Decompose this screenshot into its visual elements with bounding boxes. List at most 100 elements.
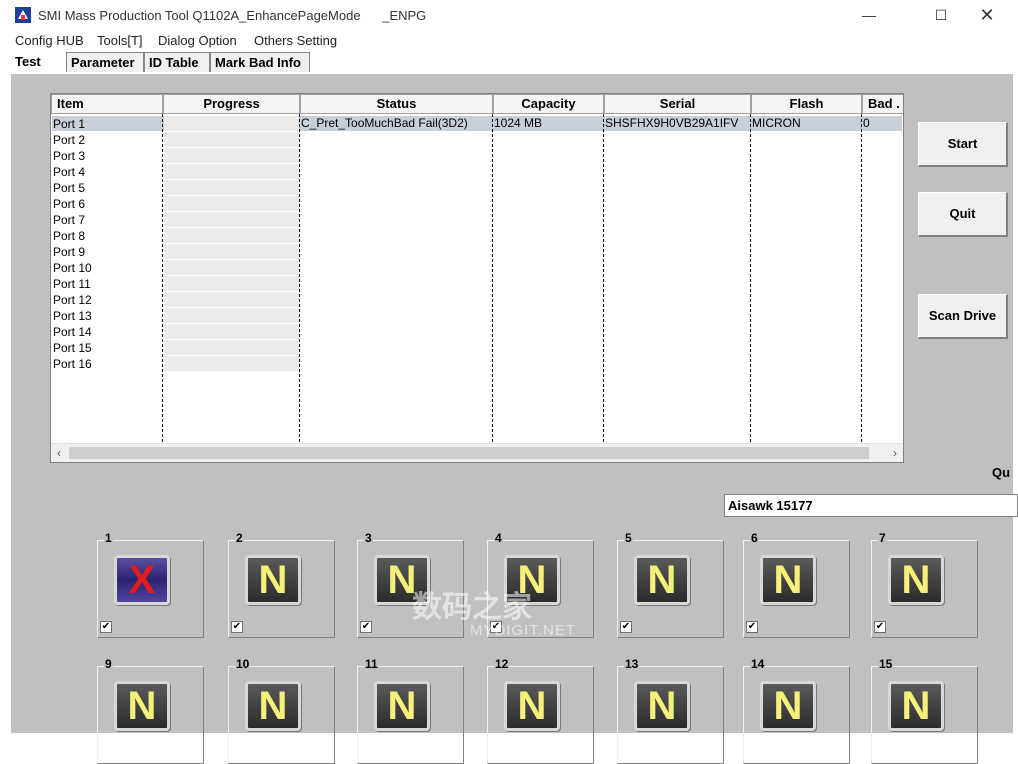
horizontal-scrollbar[interactable]: ‹ ›	[51, 443, 903, 462]
tab-test[interactable]: Test	[10, 51, 66, 71]
n-status-icon: N	[504, 681, 560, 731]
progress-cell	[164, 292, 299, 308]
row-label-port-16[interactable]: Port 16	[53, 356, 92, 372]
col-flash[interactable]: Flash	[751, 94, 862, 114]
row-label-port-6[interactable]: Port 6	[53, 196, 85, 212]
slot-number: 12	[494, 657, 510, 671]
progress-cell	[164, 180, 299, 196]
aisawk-field[interactable]: Aisawk 15177	[724, 494, 1018, 517]
slot-checkbox[interactable]: ✔	[360, 621, 372, 633]
device-slot-12[interactable]: 12 N	[487, 657, 594, 764]
tab-mark-bad-info[interactable]: Mark Bad Info	[210, 52, 310, 72]
n-status-icon: N	[760, 681, 816, 731]
row-label-port-8[interactable]: Port 8	[53, 228, 85, 244]
scroll-left-arrow-icon[interactable]: ‹	[51, 444, 67, 462]
n-status-icon: N	[114, 681, 170, 731]
start-button[interactable]: Start	[918, 122, 1008, 167]
window-title: SMI Mass Production Tool Q1102A_EnhanceP…	[38, 8, 427, 23]
slot-checkbox[interactable]: ✔	[746, 621, 758, 633]
slot-checkbox[interactable]: ✔	[620, 621, 632, 633]
row-label-port-12[interactable]: Port 12	[53, 292, 92, 308]
menu-dialog-option[interactable]: Dialog Option	[158, 33, 237, 48]
tab-parameter[interactable]: Parameter	[66, 52, 144, 72]
slot-number: 4	[494, 531, 503, 545]
col-divider	[603, 114, 604, 442]
device-slot-11[interactable]: 11 N	[357, 657, 464, 764]
n-status-icon: N	[245, 681, 301, 731]
progress-cell	[164, 356, 299, 372]
n-status-icon: N	[888, 555, 944, 605]
progress-cell	[164, 132, 299, 148]
fail-x-icon: X	[114, 555, 170, 605]
row-label-port-2[interactable]: Port 2	[53, 132, 85, 148]
port1-capacity: 1024 MB	[494, 116, 543, 130]
col-serial[interactable]: Serial	[604, 94, 751, 114]
col-capacity[interactable]: Capacity	[493, 94, 604, 114]
slot-number: 13	[624, 657, 640, 671]
progress-cell	[164, 340, 299, 356]
progress-cell	[164, 196, 299, 212]
slot-number: 2	[235, 531, 244, 545]
slot-checkbox[interactable]: ✔	[231, 621, 243, 633]
n-status-icon: N	[760, 555, 816, 605]
device-slot-5[interactable]: 5 N ✔	[617, 531, 724, 638]
row-label-port-5[interactable]: Port 5	[53, 180, 85, 196]
scan-drive-button[interactable]: Scan Drive	[918, 294, 1008, 339]
slot-number: 5	[624, 531, 633, 545]
row-label-port-3[interactable]: Port 3	[53, 148, 85, 164]
port-list[interactable]: Item Progress Status Capacity Serial Fla…	[50, 93, 904, 463]
device-slot-10[interactable]: 10 N	[228, 657, 335, 764]
col-divider	[750, 114, 751, 442]
row-label-port-11[interactable]: Port 11	[53, 276, 91, 292]
row-label-port-14[interactable]: Port 14	[53, 324, 92, 340]
port1-serial: SHSFHX9H0VB29A1IFV	[605, 116, 739, 130]
col-divider	[162, 114, 163, 442]
watermark-text: 数码之家	[412, 591, 532, 624]
device-slot-6[interactable]: 6 N ✔	[743, 531, 850, 638]
close-button[interactable]: ✕	[964, 0, 1010, 30]
menu-bar: Config HUB Tools[T] Dialog Option Others…	[0, 32, 1018, 52]
device-slot-9[interactable]: 9 N	[97, 657, 204, 764]
device-slot-2[interactable]: 2 N ✔	[228, 531, 335, 638]
port1-bad: 0	[863, 116, 870, 130]
row-label-port-13[interactable]: Port 13	[53, 308, 92, 324]
col-item[interactable]: Item	[51, 94, 163, 114]
device-slot-15[interactable]: 15 N	[871, 657, 978, 764]
menu-tools[interactable]: Tools[T]	[97, 33, 143, 48]
n-status-icon: N	[888, 681, 944, 731]
n-status-icon: N	[245, 555, 301, 605]
n-status-icon: N	[634, 681, 690, 731]
progress-cell	[164, 148, 299, 164]
menu-config-hub[interactable]: Config HUB	[15, 33, 84, 48]
device-slot-7[interactable]: 7 N ✔	[871, 531, 978, 638]
col-bad[interactable]: Bad .	[862, 94, 903, 114]
col-divider	[492, 114, 493, 442]
slot-number: 15	[878, 657, 894, 671]
quit-button[interactable]: Quit	[918, 192, 1008, 237]
progress-cell	[164, 116, 299, 132]
menu-others-setting[interactable]: Others Setting	[254, 33, 337, 48]
slot-checkbox[interactable]: ✔	[100, 621, 112, 633]
slot-number: 10	[235, 657, 251, 671]
row-label-port-15[interactable]: Port 15	[53, 340, 92, 356]
device-slot-14[interactable]: 14 N	[743, 657, 850, 764]
col-status[interactable]: Status	[300, 94, 493, 114]
title-bar: SMI Mass Production Tool Q1102A_EnhanceP…	[0, 0, 1018, 32]
row-label-port-1[interactable]: Port 1	[53, 116, 85, 132]
slot-checkbox[interactable]: ✔	[874, 621, 886, 633]
row-label-port-9[interactable]: Port 9	[53, 244, 85, 260]
row-label-port-4[interactable]: Port 4	[53, 164, 85, 180]
row-label-port-7[interactable]: Port 7	[53, 212, 85, 228]
progress-cell	[164, 244, 299, 260]
minimize-button[interactable]: —	[846, 0, 892, 30]
row-label-port-10[interactable]: Port 10	[53, 260, 92, 276]
maximize-button[interactable]: ☐	[918, 0, 964, 30]
tab-id-table[interactable]: ID Table	[144, 52, 210, 72]
col-progress[interactable]: Progress	[163, 94, 300, 114]
device-slot-1[interactable]: 1 X ✔	[97, 531, 204, 638]
slot-number: 6	[750, 531, 759, 545]
device-slot-13[interactable]: 13 N	[617, 657, 724, 764]
col-divider	[299, 114, 300, 442]
scroll-thumb[interactable]	[69, 447, 869, 459]
scroll-right-arrow-icon[interactable]: ›	[887, 444, 903, 462]
